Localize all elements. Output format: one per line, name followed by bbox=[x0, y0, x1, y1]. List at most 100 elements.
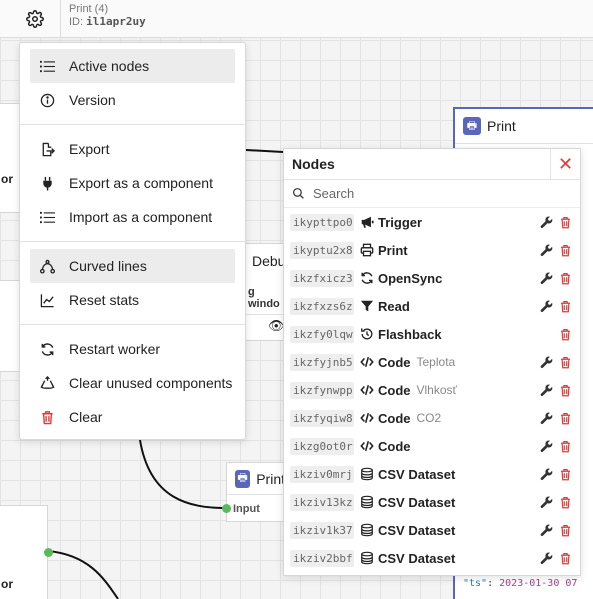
wrench-icon[interactable] bbox=[540, 523, 553, 537]
wrench-icon[interactable] bbox=[540, 299, 553, 313]
canvas-node-left-lower[interactable]: or bbox=[0, 505, 53, 599]
trash-icon[interactable] bbox=[559, 439, 572, 453]
nodes-panel-header: Nodes bbox=[284, 149, 580, 180]
close-button[interactable]: ✕ bbox=[550, 149, 580, 180]
menu-item-version[interactable]: Version bbox=[30, 83, 235, 117]
node-list-row[interactable]: ikziv1k37 CSV Dataset bbox=[284, 516, 580, 544]
node-actions bbox=[540, 432, 572, 460]
trash-icon[interactable] bbox=[559, 467, 572, 481]
node-id-badge: ikziv0mrj bbox=[290, 465, 354, 483]
wrench-icon[interactable] bbox=[540, 411, 553, 425]
trash-icon[interactable] bbox=[559, 495, 572, 509]
node-list-row[interactable]: ikziv0mrj CSV Dataset bbox=[284, 460, 580, 488]
node-name: OpenSync bbox=[378, 270, 443, 286]
menu-item-reset-stats[interactable]: Reset stats bbox=[30, 283, 235, 317]
trash-icon[interactable] bbox=[559, 327, 572, 341]
close-icon: ✕ bbox=[557, 154, 574, 174]
database-icon bbox=[359, 466, 375, 482]
node-list-row[interactable]: ikzg0ot0r Code bbox=[284, 432, 580, 460]
wrench-icon[interactable] bbox=[540, 439, 553, 453]
canvas-node-print-mid[interactable]: 🖶 Print Input bbox=[222, 462, 286, 522]
node-list-row[interactable]: ikzfyqiw8 Code CO2 bbox=[284, 404, 580, 432]
wrench-icon[interactable] bbox=[540, 467, 553, 481]
menu-item-export[interactable]: Export bbox=[30, 132, 235, 166]
wrench-icon[interactable] bbox=[540, 215, 553, 229]
node-name: Read bbox=[378, 298, 410, 314]
refresh-icon bbox=[39, 341, 55, 357]
node-list-row[interactable]: ikzfy0lqw Flashback bbox=[284, 320, 580, 348]
trash-icon[interactable] bbox=[559, 411, 572, 425]
selected-node-title: Print (4) bbox=[69, 3, 109, 15]
gear-icon bbox=[26, 10, 44, 28]
menu-item-label: Version bbox=[69, 92, 116, 108]
trash-icon[interactable] bbox=[559, 299, 572, 313]
trash-icon[interactable] bbox=[559, 523, 572, 537]
menu-item-active-nodes[interactable]: Active nodes bbox=[30, 49, 235, 83]
info-icon bbox=[39, 92, 55, 108]
trash-icon[interactable] bbox=[559, 243, 572, 257]
settings-button[interactable] bbox=[16, 0, 54, 38]
node-id-badge: ikziv1k37 bbox=[290, 521, 354, 539]
search-input[interactable] bbox=[313, 186, 553, 201]
menu-item-clear[interactable]: Clear bbox=[30, 400, 235, 434]
canvas-node-left-upper[interactable]: or bbox=[0, 103, 20, 213]
code-icon bbox=[359, 382, 375, 398]
menu-item-label: Export as a component bbox=[69, 175, 213, 191]
trash-icon[interactable] bbox=[559, 355, 572, 369]
nodes-search bbox=[284, 180, 580, 208]
database-icon bbox=[359, 550, 375, 566]
top-bar: Print (4) ID: il1apr2uy bbox=[0, 0, 593, 38]
print-node-header: 🖶 Print bbox=[455, 109, 593, 144]
plug-icon bbox=[39, 175, 55, 191]
menu-item-label: Import as a component bbox=[69, 209, 213, 225]
node-actions bbox=[540, 460, 572, 488]
wrench-icon[interactable] bbox=[540, 495, 553, 509]
trash-icon[interactable] bbox=[559, 383, 572, 397]
wrench-icon[interactable] bbox=[540, 271, 553, 285]
wrench-icon[interactable] bbox=[540, 355, 553, 369]
node-list-row[interactable]: ikziv2bbf CSV Dataset bbox=[284, 544, 580, 572]
node-actions bbox=[540, 236, 572, 264]
menu-item-import-as-a-component[interactable]: Import as a component bbox=[30, 200, 235, 234]
menu-item-restart-worker[interactable]: Restart worker bbox=[30, 332, 235, 366]
node-actions bbox=[540, 292, 572, 320]
node-list-row[interactable]: ikyptu2x8 Print bbox=[284, 236, 580, 264]
trash-icon[interactable] bbox=[559, 551, 572, 565]
input-port[interactable] bbox=[222, 504, 231, 513]
node-actions bbox=[540, 264, 572, 292]
node-name: CSV Dataset bbox=[378, 550, 456, 566]
menu-item-label: Active nodes bbox=[69, 58, 150, 74]
menu-item-export-as-a-component[interactable]: Export as a component bbox=[30, 166, 235, 200]
bezier-icon bbox=[39, 258, 55, 274]
node-partial-label: or bbox=[1, 172, 13, 186]
node-list-row[interactable]: ikzfynwpp Code Vlhkosť bbox=[284, 376, 580, 404]
node-id-badge: ikzfxicz3 bbox=[290, 269, 354, 287]
settings-menu: Active nodes Version Export Export as a com… bbox=[19, 42, 246, 440]
node-name: Flashback bbox=[378, 326, 442, 342]
database-icon bbox=[359, 494, 375, 510]
node-list-row[interactable]: ikypttpo0 Trigger bbox=[284, 208, 580, 236]
menu-item-clear-unused-components[interactable]: Clear unused components bbox=[30, 366, 235, 400]
trash-icon[interactable] bbox=[559, 271, 572, 285]
trash-icon[interactable] bbox=[559, 215, 572, 229]
node-list-row[interactable]: ikzfyjnb5 Code Teplota bbox=[284, 348, 580, 376]
code-icon bbox=[359, 354, 375, 370]
canvas-node-left-mid[interactable] bbox=[0, 280, 20, 372]
trash-icon bbox=[39, 409, 55, 425]
node-name: Trigger bbox=[378, 214, 423, 230]
search-icon bbox=[292, 187, 304, 199]
menu-item-label: Clear unused components bbox=[69, 375, 233, 391]
menu-item-curved-lines[interactable]: Curved lines bbox=[30, 249, 235, 283]
wrench-icon[interactable] bbox=[540, 383, 553, 397]
node-actions bbox=[540, 544, 572, 572]
wrench-icon[interactable] bbox=[540, 243, 553, 257]
node-actions bbox=[540, 348, 572, 376]
output-port[interactable] bbox=[44, 548, 53, 557]
nodes-panel: Nodes ✕ ikypttpo0Triggerikyptu2x8Printik… bbox=[283, 148, 581, 576]
node-list-row[interactable]: ikzfxzs6z Read bbox=[284, 292, 580, 320]
node-name: Code bbox=[378, 410, 411, 426]
wrench-icon[interactable] bbox=[540, 551, 553, 565]
json-value: 2023-01-30 07 bbox=[499, 578, 578, 589]
node-list-row[interactable]: ikzfxicz3 OpenSync bbox=[284, 264, 580, 292]
node-list-row[interactable]: ikziv13kz CSV Dataset bbox=[284, 488, 580, 516]
